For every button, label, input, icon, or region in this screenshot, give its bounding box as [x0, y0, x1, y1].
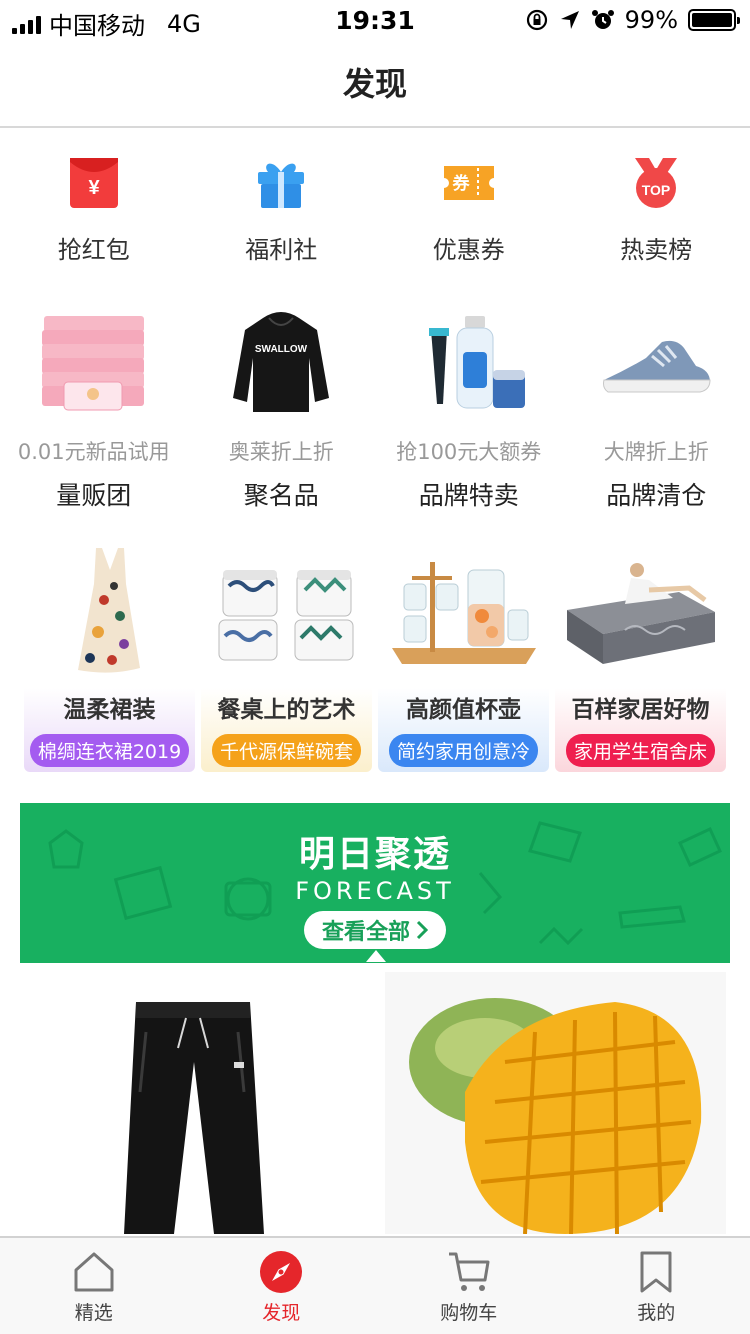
chevron-right-icon [416, 920, 428, 940]
feature-title: 品牌特卖 [418, 481, 519, 510]
category-cards: 温柔裙装 棉绸连衣裙2019 餐桌上的艺术 千代源保鲜碗套 高颜值杯壶 简约家用… [24, 540, 726, 772]
product-card-mango[interactable] [385, 972, 726, 1234]
page-title: 发现 [342, 65, 407, 103]
tab-discover[interactable]: 发现 [188, 1238, 376, 1334]
category-card-cups[interactable]: 高颜值杯壶 简约家用创意冷 [378, 540, 549, 772]
feature-clearance[interactable]: 大牌折上折 品牌清仓 [563, 300, 750, 520]
tab-mine[interactable]: 我的 [563, 1238, 750, 1334]
category-card-dresses[interactable]: 温柔裙装 棉绸连衣裙2019 [24, 540, 195, 772]
tab-label: 购物车 [440, 1302, 498, 1324]
feature-title: 品牌清仓 [606, 481, 707, 510]
battery-percent: 99% [624, 6, 678, 34]
sweatpants-image [24, 972, 365, 1234]
feature-title: 聚名品 [243, 481, 319, 510]
product-card-pants[interactable] [24, 972, 365, 1234]
feature-brand-sale[interactable]: 抢100元大额券 品牌特卖 [375, 300, 563, 520]
feature-subtitle: 抢100元大额券 [396, 440, 542, 464]
hoodie-text: SWALLOW [255, 344, 308, 355]
red-envelope-icon: ¥ [67, 156, 121, 210]
quick-link-label: 热卖榜 [620, 236, 693, 264]
medal-text: TOP [642, 182, 671, 198]
banner-title: 明日聚透 [298, 834, 451, 875]
home-icon [72, 1250, 116, 1294]
tab-featured[interactable]: 精选 [0, 1238, 188, 1334]
dress-image [24, 540, 195, 688]
category-tag: 简约家用创意冷 [388, 734, 538, 767]
sneaker-image [596, 308, 716, 418]
rotation-lock-icon [526, 9, 547, 31]
feature-subtitle: 大牌折上折 [603, 440, 709, 464]
category-title: 高颜值杯壶 [406, 697, 521, 723]
quick-link-label: 抢红包 [57, 236, 130, 264]
bowls-image [201, 540, 372, 688]
battery-icon [688, 9, 740, 31]
feature-subtitle: 奥莱折上折 [228, 440, 334, 464]
feature-channels: 0.01元新品试用 量贩团 SWALLOW 奥莱折上折 聚名品 抢100元大额券… [0, 300, 750, 520]
banner-subtitle: FORECAST [295, 877, 455, 905]
status-bar: 中国移动 4G 19:31 99% [0, 0, 750, 40]
alarm-clock-icon [591, 10, 614, 29]
view-all-button[interactable]: 查看全部 [303, 911, 446, 949]
category-tag: 棉绸连衣裙2019 [29, 734, 190, 767]
feature-title: 量贩团 [56, 481, 132, 510]
mango-image [385, 972, 726, 1234]
quick-link-hot-rank[interactable]: TOP 热卖榜 [563, 130, 750, 280]
location-arrow-icon [560, 11, 579, 29]
category-title: 百样家居好物 [571, 697, 710, 723]
feature-famous-brands[interactable]: SWALLOW 奥莱折上折 聚名品 [188, 300, 376, 520]
category-card-footer: 餐桌上的艺术 千代源保鲜碗套 [201, 688, 372, 772]
hoodie-image: SWALLOW [221, 308, 341, 418]
quick-links: ¥ 抢红包 福利社 券 优惠券 TOP 热卖榜 [0, 130, 750, 280]
wipes-pack-image [34, 308, 154, 418]
cart-icon [447, 1250, 491, 1294]
gift-box-icon [254, 156, 308, 210]
feature-bulk-group[interactable]: 0.01元新品试用 量贩团 [0, 300, 188, 520]
bookmark-icon [634, 1250, 678, 1294]
cups-tray-image [378, 540, 549, 688]
envelope-glyph: ¥ [88, 177, 100, 199]
category-card-footer: 高颜值杯壶 简约家用创意冷 [378, 688, 549, 772]
compass-icon [259, 1250, 303, 1294]
top-medal-icon: TOP [629, 156, 683, 210]
mattress-image [555, 540, 726, 688]
coupon-icon: 券 [442, 156, 496, 210]
quick-link-red-envelope[interactable]: ¥ 抢红包 [0, 130, 188, 280]
forecast-banner: 明日聚透 FORECAST 查看全部 [20, 803, 730, 963]
quick-link-label: 优惠券 [432, 236, 505, 264]
banner-pointer [366, 950, 386, 962]
quick-link-welfare[interactable]: 福利社 [188, 130, 376, 280]
forecast-products [24, 972, 726, 1234]
view-all-label: 查看全部 [321, 920, 410, 945]
cosmetics-image [409, 308, 529, 418]
coupon-glyph: 券 [451, 173, 470, 194]
category-tag: 家用学生宿舍床 [565, 734, 715, 767]
category-tag: 千代源保鲜碗套 [211, 734, 361, 767]
category-title: 温柔裙装 [63, 697, 156, 723]
category-card-footer: 百样家居好物 家用学生宿舍床 [555, 688, 726, 772]
tab-bar: 精选 发现 购物车 我的 [0, 1236, 750, 1334]
category-card-tableware[interactable]: 餐桌上的艺术 千代源保鲜碗套 [201, 540, 372, 772]
category-card-home[interactable]: 百样家居好物 家用学生宿舍床 [555, 540, 726, 772]
category-title: 餐桌上的艺术 [217, 697, 356, 723]
status-right: 99% [525, 6, 740, 34]
quick-link-coupon[interactable]: 券 优惠券 [375, 130, 563, 280]
feature-subtitle: 0.01元新品试用 [17, 440, 170, 464]
tab-label: 发现 [262, 1302, 301, 1324]
tab-cart[interactable]: 购物车 [375, 1238, 563, 1334]
tab-label: 我的 [637, 1302, 676, 1324]
tab-label: 精选 [74, 1302, 113, 1324]
quick-link-label: 福利社 [245, 236, 318, 264]
category-card-footer: 温柔裙装 棉绸连衣裙2019 [24, 688, 195, 772]
navigation-bar: 发现 [0, 40, 750, 128]
